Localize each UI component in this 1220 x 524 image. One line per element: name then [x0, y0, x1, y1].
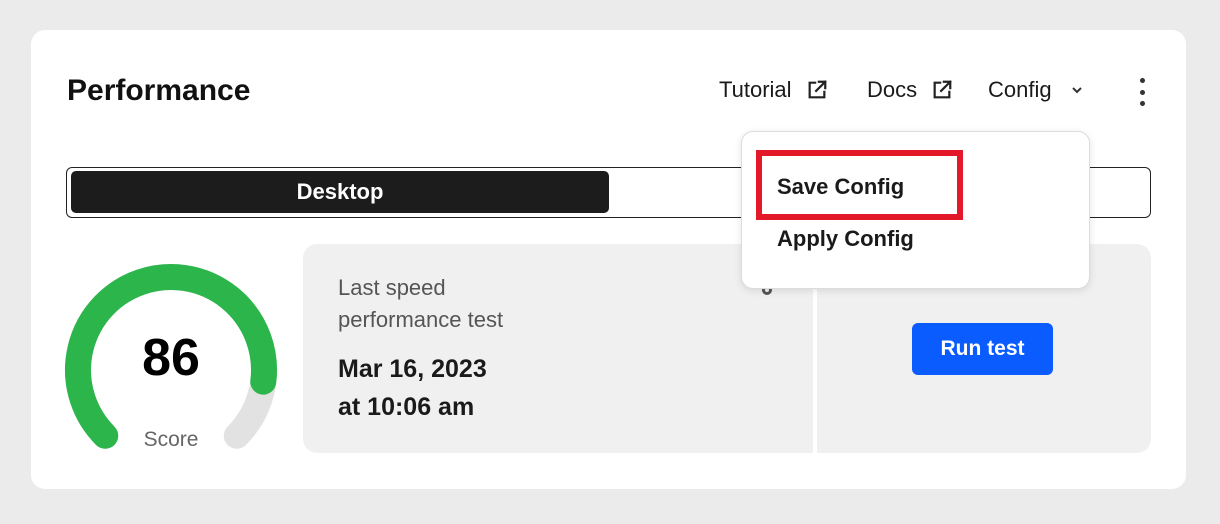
config-dropdown[interactable]: Config: [988, 77, 1084, 103]
chevron-down-icon: [1071, 87, 1082, 94]
run-test-button[interactable]: Run test: [912, 323, 1053, 375]
config-dropdown-label: Config: [988, 77, 1052, 102]
score-value: 86: [142, 329, 200, 387]
tab-desktop[interactable]: Desktop: [71, 171, 609, 213]
docs-link[interactable]: Docs: [867, 77, 953, 103]
last-test-datetime: Mar 16, 2023 at 10:06 am: [338, 350, 598, 426]
score-gauge: 86 Score: [64, 248, 278, 478]
page-title: Performance: [67, 74, 251, 107]
external-link-icon: [933, 80, 952, 99]
last-test-label: Last speed performance test: [338, 275, 504, 332]
tutorial-link[interactable]: Tutorial: [719, 77, 828, 103]
menu-item-save-config[interactable]: Save Config: [777, 174, 904, 200]
more-vertical-icon[interactable]: [1131, 78, 1153, 106]
performance-card: Performance Tutorial Docs Config Desktop…: [31, 30, 1186, 489]
last-test-date: Mar 16, 2023: [338, 355, 487, 383]
tutorial-link-label: Tutorial: [719, 77, 792, 102]
menu-item-apply-config[interactable]: Apply Config: [777, 226, 914, 252]
last-test-time: at 10:06 am: [338, 393, 475, 421]
docs-link-label: Docs: [867, 77, 918, 102]
config-menu: Save Config Apply Config: [741, 131, 1090, 289]
score-label: Score: [143, 428, 199, 451]
external-link-icon: [808, 80, 827, 99]
